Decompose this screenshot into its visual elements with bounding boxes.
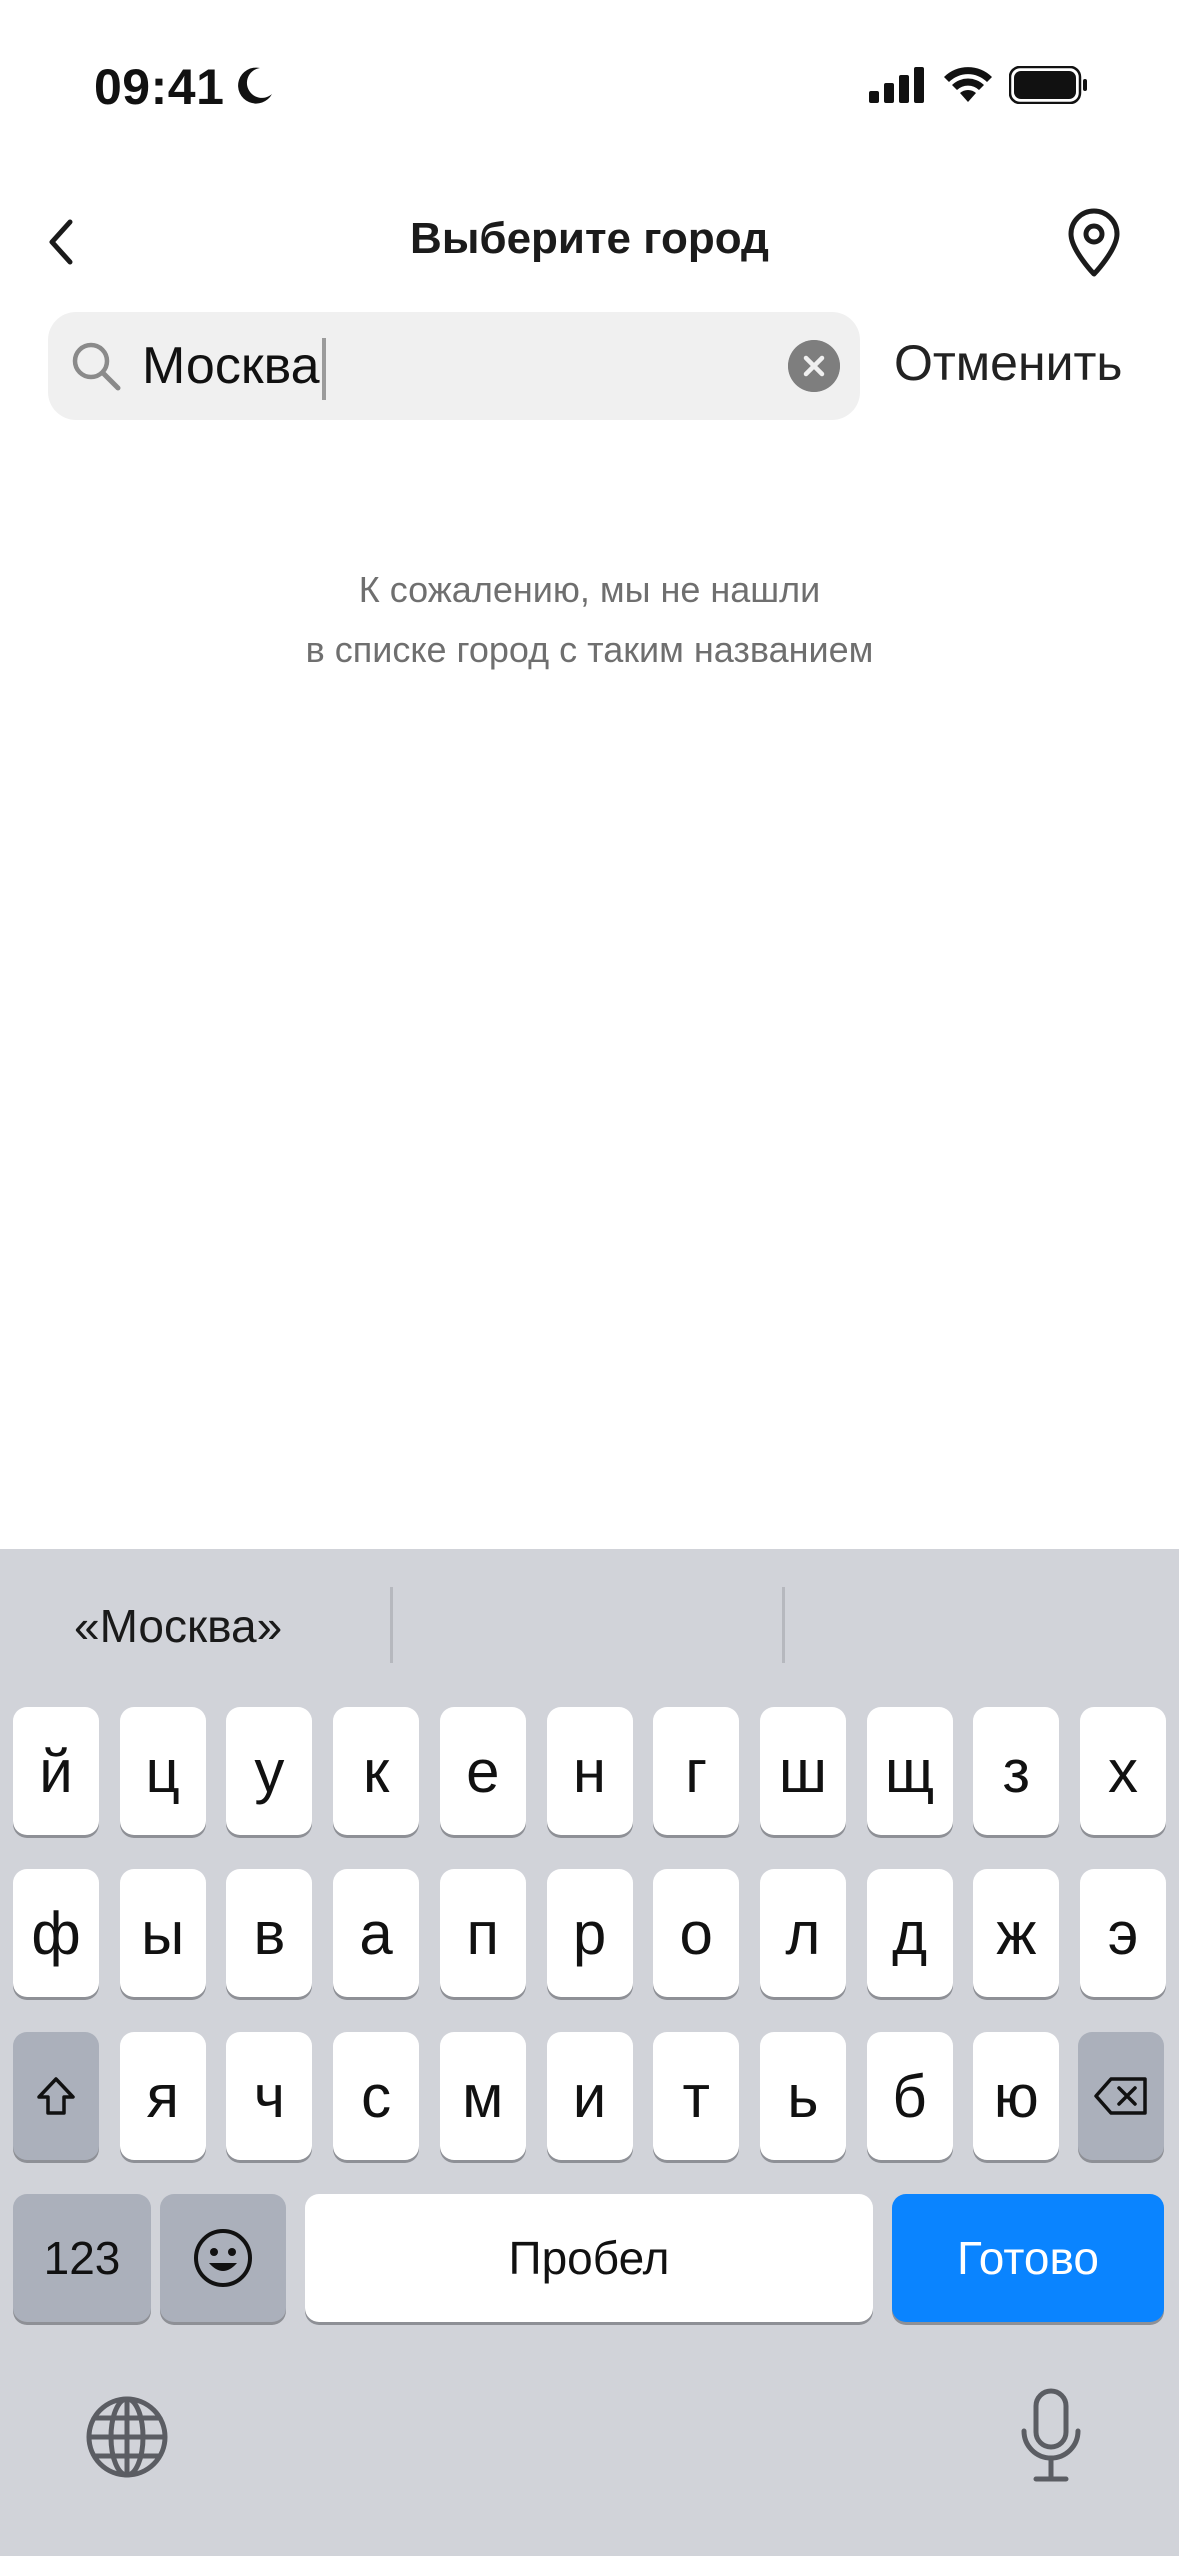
location-pin-icon[interactable] — [1063, 208, 1125, 278]
key-row1-9[interactable]: з — [973, 1707, 1060, 1835]
keyboard: «Москва» йцукенгшщзх фывапролджэ ячсмить… — [0, 1549, 1179, 2556]
empty-state-message: К сожалению, мы не нашли в списке город … — [0, 560, 1179, 680]
shift-icon — [37, 2077, 75, 2115]
key-row1-7[interactable]: ш — [759, 1707, 846, 1835]
key-row2-2[interactable]: в — [226, 1869, 313, 1997]
key-row3-8[interactable]: ю — [973, 2032, 1060, 2160]
key-row3-3[interactable]: м — [439, 2032, 526, 2160]
key-row3-5[interactable]: т — [653, 2032, 740, 2160]
key-row3-0[interactable]: я — [119, 2032, 206, 2160]
key-row3-7[interactable]: б — [866, 2032, 953, 2160]
status-icons — [869, 66, 1089, 104]
empty-state-line-1: К сожалению, мы не нашли — [358, 569, 821, 610]
key-row2-7[interactable]: л — [759, 1869, 846, 1997]
search-input[interactable]: Москва — [142, 332, 326, 401]
search-icon — [72, 342, 121, 391]
key-row3-1[interactable]: ч — [226, 2032, 313, 2160]
empty-state-line-2: в списке город с таким названием — [305, 629, 874, 670]
key-row2-4[interactable]: п — [439, 1869, 526, 1997]
suggestion-1[interactable]: «Москва» — [74, 1599, 282, 1653]
key-row1-4[interactable]: е — [439, 1707, 526, 1835]
clear-icon[interactable] — [788, 340, 840, 392]
key-row1-2[interactable]: у — [226, 1707, 313, 1835]
key-row3-4[interactable]: и — [546, 2032, 633, 2160]
suggestion-divider — [782, 1587, 785, 1663]
emoji-key[interactable] — [160, 2194, 286, 2322]
page-title: Выберите город — [410, 214, 769, 263]
numbers-key[interactable]: 123 — [13, 2194, 151, 2322]
suggestion-divider — [390, 1587, 393, 1663]
key-row2-10[interactable]: э — [1080, 1869, 1166, 1997]
signal-icon — [869, 67, 924, 103]
wifi-icon — [944, 67, 992, 102]
key-row2-6[interactable]: о — [653, 1869, 740, 1997]
space-key[interactable]: Пробел — [305, 2194, 873, 2322]
key-row1-8[interactable]: щ — [866, 1707, 953, 1835]
key-row1-6[interactable]: г — [653, 1707, 740, 1835]
status-time: 09:41 — [94, 59, 225, 115]
done-key[interactable]: Готово — [892, 2194, 1164, 2322]
key-row1-3[interactable]: к — [333, 1707, 420, 1835]
search-field[interactable]: Москва — [48, 312, 860, 420]
key-row2-8[interactable]: д — [866, 1869, 953, 1997]
text-caret — [321, 338, 326, 401]
search-input-value: Москва — [142, 337, 320, 395]
emoji-icon — [194, 2229, 252, 2287]
cancel-button[interactable]: Отменить — [894, 334, 1122, 392]
key-row2-1[interactable]: ы — [119, 1869, 206, 1997]
microphone-icon[interactable] — [1018, 2387, 1084, 2485]
moon-icon — [238, 67, 272, 104]
shift-key[interactable] — [13, 2032, 99, 2160]
key-row3-6[interactable]: ь — [759, 2032, 846, 2160]
battery-icon — [1009, 66, 1087, 104]
key-row1-5[interactable]: н — [546, 1707, 633, 1835]
key-row1-10[interactable]: х — [1080, 1707, 1166, 1835]
key-row3-2[interactable]: с — [333, 2032, 420, 2160]
delete-key[interactable] — [1078, 2032, 1164, 2160]
key-row2-0[interactable]: ф — [13, 1869, 99, 1997]
key-row2-5[interactable]: р — [546, 1869, 633, 1997]
key-row2-3[interactable]: а — [333, 1869, 420, 1997]
globe-icon[interactable] — [84, 2394, 170, 2480]
key-row2-9[interactable]: ж — [973, 1869, 1060, 1997]
key-row1-1[interactable]: ц — [119, 1707, 206, 1835]
key-row1-0[interactable]: й — [13, 1707, 99, 1835]
delete-icon — [1094, 2077, 1147, 2115]
